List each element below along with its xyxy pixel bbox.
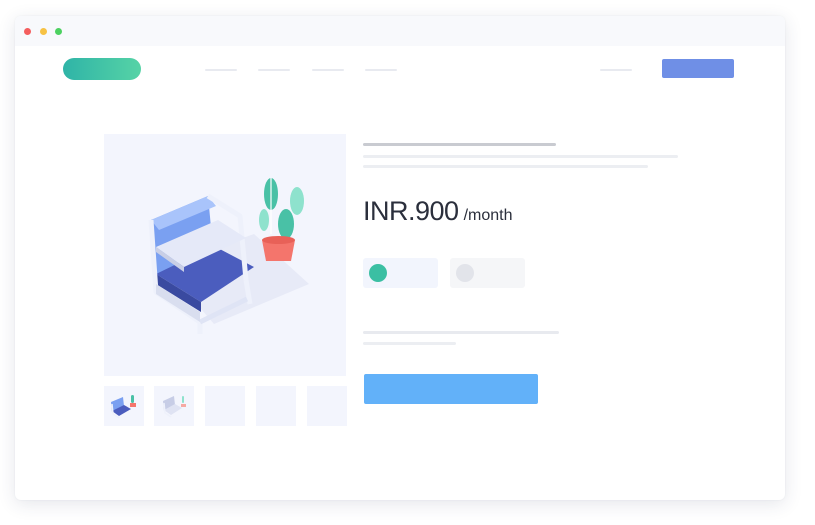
product-description-placeholder-1: [363, 155, 678, 158]
site-navbar: [15, 46, 785, 96]
window-titlebar: [15, 16, 785, 46]
product-thumbnail-1[interactable]: [104, 386, 144, 426]
nav-link-1[interactable]: [205, 69, 237, 71]
armchair-thumbnail-icon: [163, 396, 186, 418]
browser-window: INR.900/month: [15, 16, 785, 500]
price-amount: INR.900: [363, 196, 459, 226]
nav-link-2[interactable]: [258, 69, 290, 71]
nav-link-4[interactable]: [365, 69, 397, 71]
color-option-gray[interactable]: [450, 258, 525, 288]
close-window-button[interactable]: [24, 28, 31, 35]
color-swatch-dot: [369, 264, 387, 282]
site-logo[interactable]: [63, 58, 141, 80]
color-swatch-dot: [456, 264, 474, 282]
product-thumbnail-5[interactable]: [307, 386, 347, 426]
color-option-teal[interactable]: [363, 258, 438, 288]
product-thumbnail-4[interactable]: [256, 386, 296, 426]
product-detail-placeholder-1: [363, 331, 559, 334]
plant-leaf-icon: [259, 178, 304, 239]
armchair-with-plant-illustration: [148, 178, 309, 334]
product-price: INR.900/month: [363, 196, 512, 227]
add-to-cart-button[interactable]: [364, 374, 538, 404]
nav-link-login[interactable]: [600, 69, 632, 71]
product-title-placeholder: [363, 143, 556, 146]
product-thumbnail-3[interactable]: [205, 386, 245, 426]
nav-cta-button[interactable]: [662, 59, 734, 78]
maximize-window-button[interactable]: [55, 28, 62, 35]
minimize-window-button[interactable]: [40, 28, 47, 35]
armchair-thumbnail-icon: [111, 395, 136, 419]
nav-link-3[interactable]: [312, 69, 344, 71]
product-thumbnail-2[interactable]: [154, 386, 194, 426]
price-period: /month: [463, 207, 513, 224]
product-description-placeholder-2: [363, 165, 648, 168]
product-detail-placeholder-2: [363, 342, 456, 345]
product-main-image[interactable]: [104, 134, 346, 376]
